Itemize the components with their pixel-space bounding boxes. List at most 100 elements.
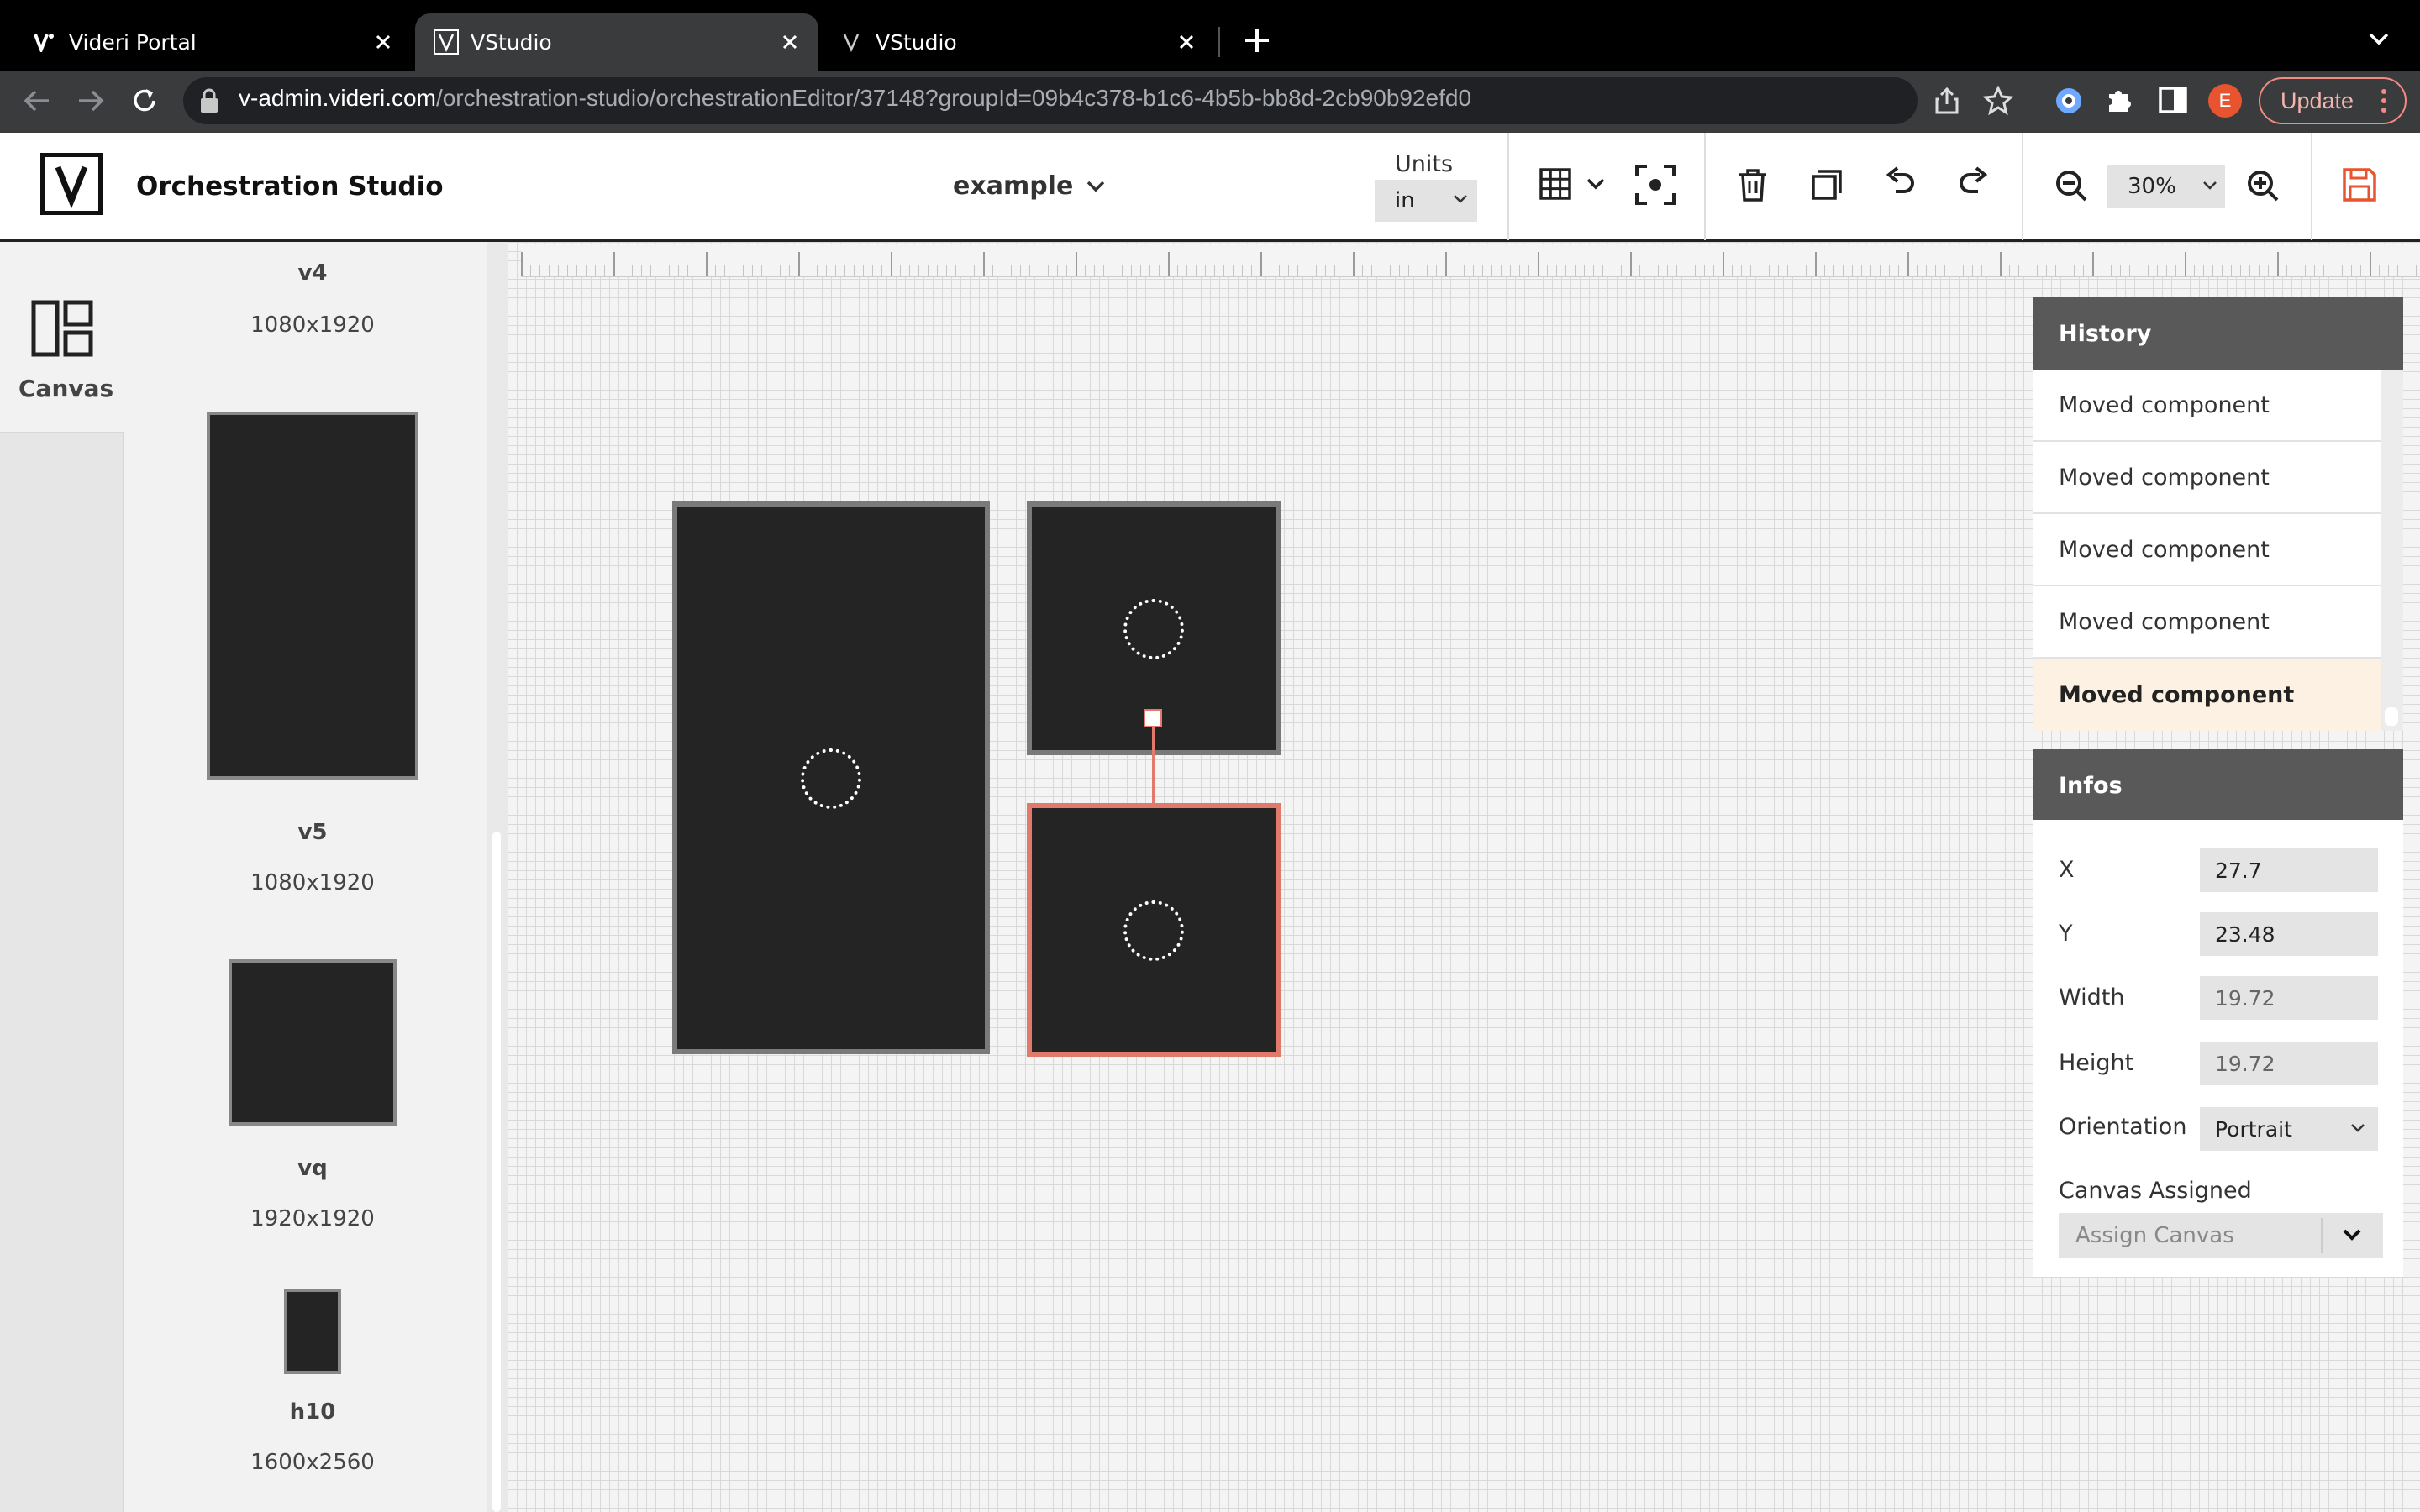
tab-search-chevron-icon[interactable] — [2366, 30, 2391, 47]
toolbar-divider — [1507, 133, 1509, 240]
history-item-current[interactable]: Moved component — [2033, 659, 2381, 731]
nav-canvas-label[interactable]: Canvas — [18, 375, 113, 402]
bookmark-star-icon[interactable] — [1983, 86, 2013, 116]
x-label: X — [2059, 857, 2075, 883]
zoom-out-icon[interactable] — [2050, 165, 2094, 208]
canvas-screen-portrait[interactable] — [672, 501, 990, 1054]
trash-icon[interactable] — [1731, 163, 1775, 207]
chevron-down-icon[interactable] — [1585, 176, 1607, 192]
library-scroll-thumb[interactable] — [492, 832, 501, 1512]
close-icon[interactable] — [1175, 30, 1198, 54]
horizontal-ruler — [521, 244, 2420, 277]
canvas-assigned-label: Canvas Assigned — [2059, 1178, 2252, 1204]
more-vert-icon[interactable] — [2380, 87, 2388, 114]
library-thumb-h10[interactable] — [284, 1289, 341, 1374]
assign-canvas-select[interactable]: Assign Canvas — [2059, 1213, 2383, 1258]
url-path: /orchestration-studio/orchestrationEdito… — [435, 85, 1472, 111]
history-scroll-thumb[interactable] — [2385, 707, 2398, 726]
chevron-down-icon — [1452, 193, 1469, 205]
extensions-icon[interactable] — [2104, 84, 2136, 116]
library-thumb-vq[interactable] — [229, 959, 397, 1126]
chevron-down-icon — [1085, 179, 1107, 194]
tab-title: Videri Portal — [69, 29, 197, 55]
history-item[interactable]: Moved component — [2033, 370, 2381, 442]
videri-favicon-icon — [34, 32, 57, 52]
canvas-screen-selected[interactable] — [1027, 803, 1281, 1057]
assign-canvas-placeholder: Assign Canvas — [2075, 1223, 2234, 1248]
lock-icon[interactable] — [198, 87, 220, 114]
height-label: Height — [2059, 1050, 2134, 1076]
url-host: v-admin.videri.com — [239, 85, 436, 111]
toolbar-divider — [2022, 133, 2023, 240]
tab-vstudio[interactable]: VStudio — [820, 13, 1215, 71]
undo-icon[interactable] — [1879, 163, 1923, 207]
y-input[interactable]: 23.48 — [2200, 912, 2378, 956]
rotate-handle-line — [1152, 726, 1155, 806]
vstudio-favicon-icon — [839, 29, 864, 55]
redo-icon[interactable] — [1951, 163, 1995, 207]
share-icon[interactable] — [1933, 86, 1961, 116]
orientation-select[interactable]: Portrait — [2200, 1107, 2378, 1151]
zoom-select[interactable]: 30% — [2107, 165, 2225, 208]
x-input[interactable]: 27.7 — [2200, 848, 2378, 892]
duplicate-icon[interactable] — [1805, 163, 1849, 207]
width-input[interactable]: 19.72 — [2200, 976, 2378, 1020]
chevron-down-icon — [2341, 1226, 2363, 1243]
library-item-name: v5 — [297, 820, 328, 845]
library-item-name: v4 — [297, 260, 328, 286]
back-icon[interactable] — [20, 84, 54, 118]
history-item[interactable]: Moved component — [2033, 586, 2381, 659]
reload-icon[interactable] — [128, 84, 161, 118]
close-icon[interactable] — [778, 30, 802, 54]
history-title: History — [2059, 320, 2152, 347]
tab-divider — [1218, 27, 1220, 57]
infos-title: Infos — [2059, 772, 2123, 799]
save-icon[interactable] — [2338, 163, 2381, 207]
rotate-handle[interactable] — [1144, 709, 1162, 727]
zoom-value: 30% — [2128, 174, 2176, 199]
password-manager-icon[interactable] — [2052, 84, 2086, 118]
app-title: Orchestration Studio — [136, 171, 444, 202]
update-label: Update — [2281, 87, 2354, 113]
tab-title: VStudio — [876, 29, 957, 55]
chevron-down-icon — [2349, 1122, 2366, 1134]
screen-center-marker — [1123, 599, 1184, 659]
left-nav-lower — [0, 432, 124, 1512]
videri-logo[interactable] — [40, 153, 103, 215]
library-item-name: h10 — [289, 1399, 336, 1425]
close-icon[interactable] — [371, 30, 395, 54]
screen-center-marker — [801, 748, 861, 809]
grid-icon[interactable] — [1534, 163, 1578, 207]
library-item-name: vq — [297, 1156, 328, 1181]
tab-title: VStudio — [471, 29, 552, 55]
profile-avatar[interactable]: E — [2208, 84, 2242, 118]
library-item-size: 1080x1920 — [250, 312, 375, 338]
zoom-in-icon[interactable] — [2242, 165, 2286, 208]
history-scrollbar[interactable] — [2381, 370, 2403, 731]
document-name: example — [953, 171, 1074, 201]
units-value: in — [1395, 188, 1415, 213]
tab-videri-portal[interactable]: Videri Portal — [0, 13, 412, 71]
new-tab-icon[interactable] — [1242, 25, 1272, 55]
side-panel-icon[interactable] — [2158, 86, 2188, 114]
library-item-size: 1920x1920 — [250, 1206, 375, 1231]
infos-panel-header[interactable]: Infos — [2033, 749, 2403, 822]
history-panel-header[interactable]: History — [2033, 297, 2403, 370]
chevron-down-icon — [2202, 180, 2218, 192]
forward-icon[interactable] — [74, 84, 108, 118]
toolbar-divider — [1704, 133, 1706, 240]
history-item[interactable]: Moved component — [2033, 442, 2381, 514]
document-name-dropdown[interactable]: example — [953, 171, 1107, 201]
screen-center-marker — [1123, 900, 1184, 961]
orientation-value: Portrait — [2215, 1116, 2292, 1142]
history-item[interactable]: Moved component — [2033, 514, 2381, 586]
focus-center-icon[interactable] — [1634, 163, 1677, 207]
tab-vstudio-active[interactable]: VStudio — [415, 13, 818, 71]
units-select[interactable]: in — [1375, 180, 1477, 222]
library-thumb-v5[interactable] — [207, 412, 418, 780]
height-input[interactable]: 19.72 — [2200, 1042, 2378, 1085]
canvas-nav-icon[interactable] — [30, 299, 94, 358]
toolbar-divider — [2311, 133, 2312, 240]
units-label: Units — [1395, 151, 1454, 177]
url-text[interactable]: v-admin.videri.com/orchestration-studio/… — [239, 85, 1471, 112]
